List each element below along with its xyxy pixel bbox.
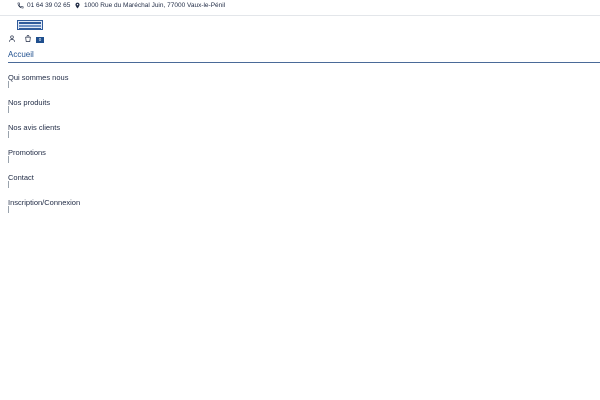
- menu-item-marker: [8, 181, 9, 188]
- cart-count-badge: 0: [36, 37, 44, 43]
- nav-item-label: Nos avis clients: [8, 123, 61, 132]
- cart-icon[interactable]: [24, 34, 32, 43]
- menu-item-marker: [8, 156, 9, 163]
- location-pin-icon: [75, 2, 80, 9]
- menu-item-marker: [8, 206, 9, 213]
- logo-band: [19, 28, 41, 30]
- phone-number[interactable]: 01 64 39 02 65: [27, 2, 70, 9]
- nav-item-home[interactable]: Accueil: [8, 50, 600, 63]
- nav-item-label: Qui sommes nous: [8, 73, 69, 82]
- address-text: 1000 Rue du Maréchal Juin, 77000 Vaux-le…: [84, 2, 226, 9]
- nav-item-label: Promotions: [8, 148, 46, 157]
- top-bar: 01 64 39 02 65 1000 Rue du Maréchal Juin…: [0, 0, 600, 16]
- address-info: 1000 Rue du Maréchal Juin, 77000 Vaux-le…: [74, 2, 225, 9]
- logo-band: [19, 22, 41, 24]
- phone-contact[interactable]: 01 64 39 02 65: [17, 2, 70, 9]
- logo-band: [19, 25, 41, 27]
- nav-item-label: Inscription/Connexion: [8, 198, 81, 207]
- nav-item-label: Nos produits: [8, 98, 51, 107]
- menu-item-marker: [8, 131, 9, 138]
- phone-icon: [17, 2, 24, 9]
- nav-item-label: Contact: [8, 173, 34, 182]
- site-logo[interactable]: [17, 20, 43, 30]
- menu-item-marker: [8, 81, 9, 88]
- menu-item-marker: [8, 106, 9, 113]
- user-icon[interactable]: [8, 34, 16, 43]
